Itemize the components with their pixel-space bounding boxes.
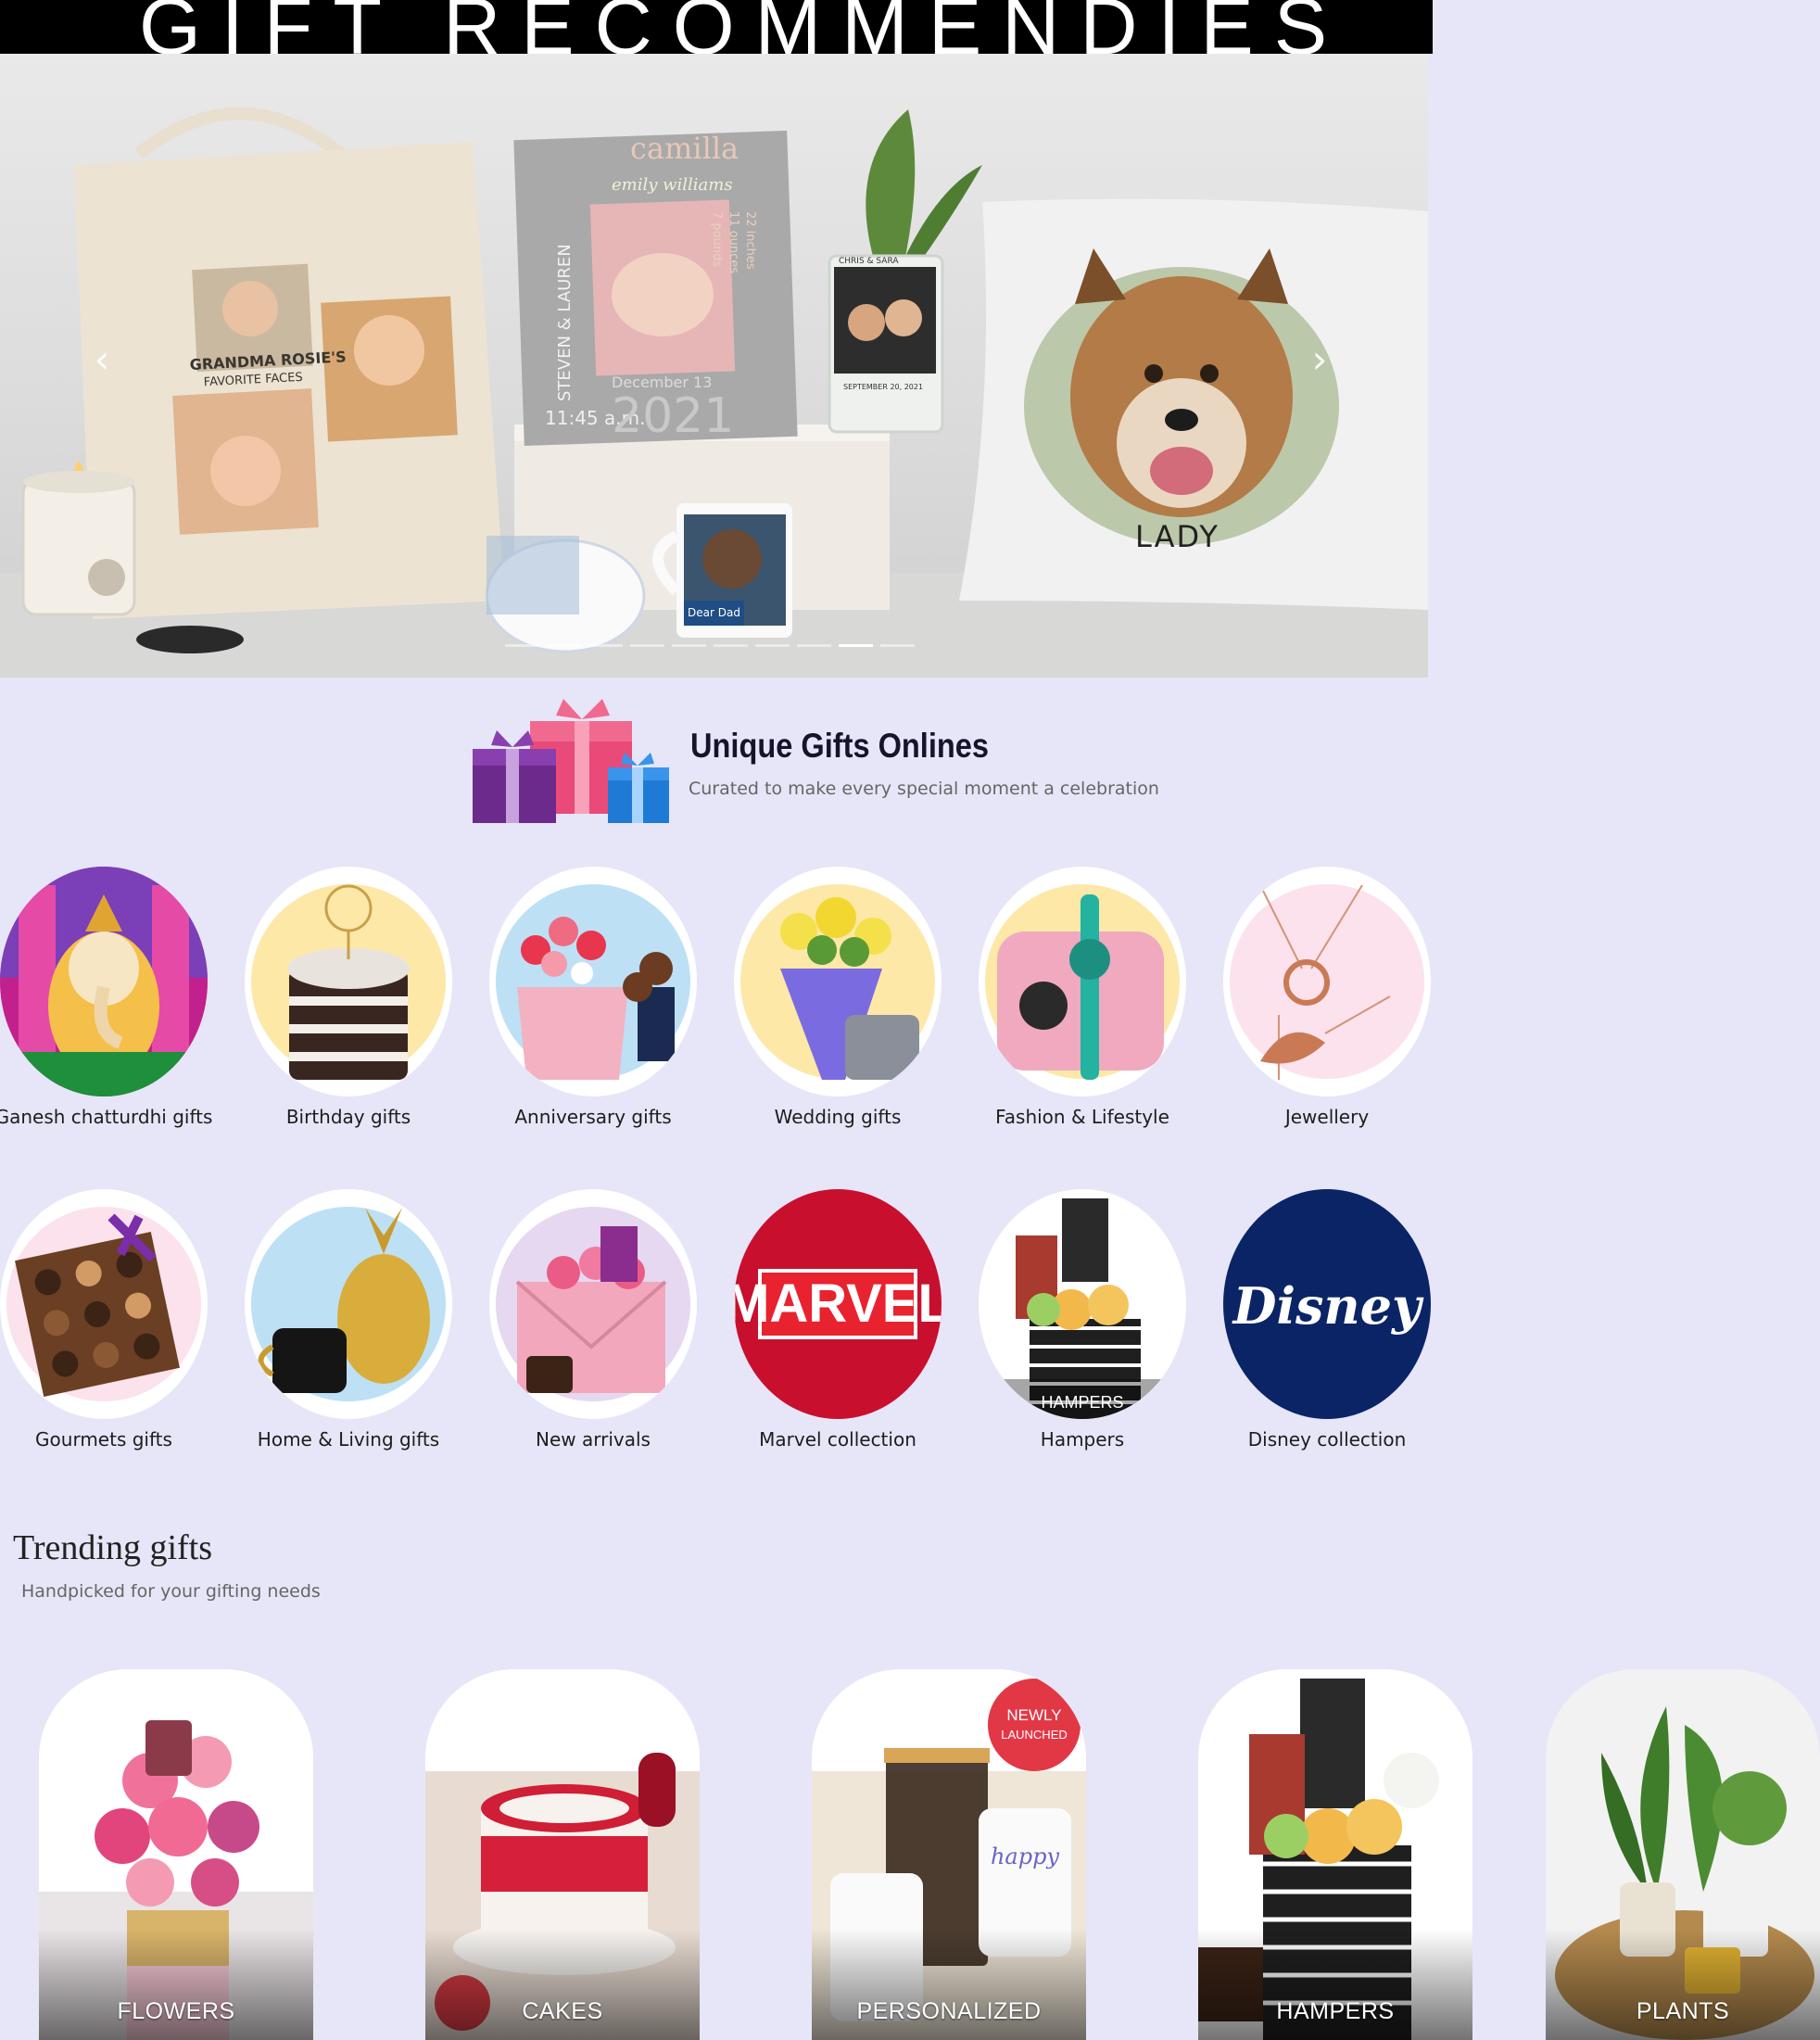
category-marvel-collection[interactable]: MARVEL Marvel collection	[715, 1189, 960, 1451]
trending-card-cakes[interactable]: CAKES	[425, 1669, 700, 2040]
category-label: Ganesh chatturdhi gifts	[0, 1106, 213, 1128]
bag-watch-image	[979, 867, 1186, 1096]
trending-card-label: FLOWERS	[117, 1998, 235, 2024]
category-fashion-lifestyle[interactable]: Fashion & Lifestyle	[960, 867, 1205, 1128]
trending-card-label: PLANTS	[1636, 1998, 1730, 2024]
intro-title: Unique Gifts Onlines	[690, 727, 990, 765]
category-home-living-gifts[interactable]: Home & Living gifts	[226, 1189, 471, 1451]
pendant-image	[1223, 867, 1431, 1096]
carousel-indicator[interactable]	[547, 644, 581, 647]
envelope-flowers-image	[489, 1189, 697, 1419]
category-label: Anniversary gifts	[514, 1106, 672, 1128]
trending-card-plants[interactable]: PLANTS	[1546, 1669, 1820, 2040]
carousel-indicator[interactable]	[797, 644, 831, 647]
carousel-slide-image: GRANDMA ROSIE'S FAVORITE FACES camilla e…	[0, 107, 1428, 678]
cake-image	[245, 867, 452, 1096]
svg-text:HAMPERS: HAMPERS	[1041, 1393, 1123, 1412]
category-label: Fashion & Lifestyle	[995, 1106, 1169, 1128]
lily-bouquet-image	[734, 867, 942, 1096]
category-anniversary-gifts[interactable]: Anniversary gifts	[471, 867, 715, 1128]
carousel-next-button[interactable]: ›	[1301, 332, 1338, 387]
category-disney-collection[interactable]: Disney Disney collection	[1205, 1189, 1449, 1451]
gift-boxes-icon	[473, 699, 669, 823]
category-label: New arrivals	[536, 1428, 651, 1451]
trending-card-label: HAMPERS	[1276, 1998, 1395, 2024]
category-birthday-gifts[interactable]: Birthday gifts	[226, 867, 471, 1128]
frame-side-right-2: 11 ounces	[727, 211, 740, 273]
category-hampers[interactable]: HAMPERS Hampers	[960, 1189, 1205, 1451]
red-velvet-cake-image	[425, 1669, 700, 2040]
mugs-image: NEWLY LAUNCHED happy	[812, 1669, 1086, 2040]
svg-text:Disney: Disney	[1232, 1276, 1424, 1336]
intro-subtitle: Curated to make every special moment a c…	[689, 779, 1159, 799]
carousel-indicator[interactable]	[839, 644, 873, 647]
trending-card-label: CAKES	[522, 1998, 603, 2024]
trending-card-label: PERSONALIZED	[856, 1998, 1042, 2024]
pillow-name: LADY	[1135, 519, 1220, 554]
category-label: Wedding gifts	[774, 1106, 902, 1128]
trending-card-flowers[interactable]: FLOWERS	[39, 1669, 313, 2040]
frame-side-right-1: 7 pounds	[710, 211, 724, 267]
frame-full-name: emily williams	[612, 175, 733, 195]
category-jewellery[interactable]: Jewellery	[1205, 867, 1449, 1128]
category-label: Marvel collection	[759, 1428, 916, 1451]
carousel-prev-button[interactable]: ‹	[83, 332, 120, 387]
category-label: Gourmets gifts	[35, 1428, 172, 1451]
chocolate-box-image	[0, 1189, 208, 1419]
ganesha-image	[0, 867, 208, 1096]
frame-name: camilla	[630, 131, 739, 166]
category-gourmets-gifts[interactable]: Gourmets gifts	[0, 1189, 226, 1451]
carousel-indicators	[505, 644, 915, 650]
flower-vase-image	[39, 1669, 313, 2040]
frame-side-right-3: 22 inches	[743, 211, 757, 270]
trending-card-personalized[interactable]: NEWLY LAUNCHED happyPERSONALIZED	[812, 1669, 1086, 2040]
vase-names: CHRIS & SARA	[839, 257, 899, 266]
bouquet-box-image	[489, 867, 697, 1096]
category-label: Hampers	[1040, 1428, 1125, 1451]
mug-text: Dear Dad	[688, 606, 740, 619]
hero-carousel[interactable]: GRANDMA ROSIE'S FAVORITE FACES camilla e…	[0, 54, 1428, 678]
plants-basket-image	[1546, 1669, 1820, 2040]
hamper-image	[1198, 1669, 1472, 2040]
category-ganesh-chatturdhi-gifts[interactable]: Ganesh chatturdhi gifts	[0, 867, 226, 1128]
site-banner-title: GIFT RECOMMENDIES	[0, 0, 1433, 54]
marvel-logo: MARVEL	[734, 1189, 942, 1419]
hamper-image: HAMPERS	[979, 1189, 1186, 1419]
category-label: Home & Living gifts	[257, 1428, 440, 1451]
carousel-indicator[interactable]	[672, 644, 706, 647]
carousel-indicator[interactable]	[588, 644, 623, 647]
pineapple-jar-image	[245, 1189, 452, 1419]
trending-title: Trending gifts	[13, 1528, 213, 1567]
carousel-indicator[interactable]	[880, 644, 915, 647]
svg-text:MARVEL: MARVEL	[734, 1273, 942, 1334]
frame-year: 2021	[612, 388, 734, 444]
carousel-indicator[interactable]	[630, 644, 664, 647]
category-label: Jewellery	[1284, 1106, 1370, 1128]
carousel-indicator[interactable]	[755, 644, 790, 647]
category-label: Birthday gifts	[285, 1106, 411, 1128]
category-wedding-gifts[interactable]: Wedding gifts	[715, 867, 960, 1128]
disney-logo: Disney	[1223, 1189, 1431, 1419]
trending-card-hampers[interactable]: HAMPERS	[1198, 1669, 1472, 2040]
trending-subtitle: Handpicked for your gifting needs	[21, 1581, 321, 1602]
category-new-arrivals[interactable]: New arrivals	[471, 1189, 715, 1451]
category-label: Disney collection	[1247, 1428, 1407, 1451]
frame-side-left: STEVEN & LAUREN	[555, 244, 575, 401]
carousel-indicator[interactable]	[505, 644, 539, 647]
carousel-indicator[interactable]	[714, 644, 748, 647]
vase-date: SEPTEMBER 20, 2021	[843, 383, 923, 391]
